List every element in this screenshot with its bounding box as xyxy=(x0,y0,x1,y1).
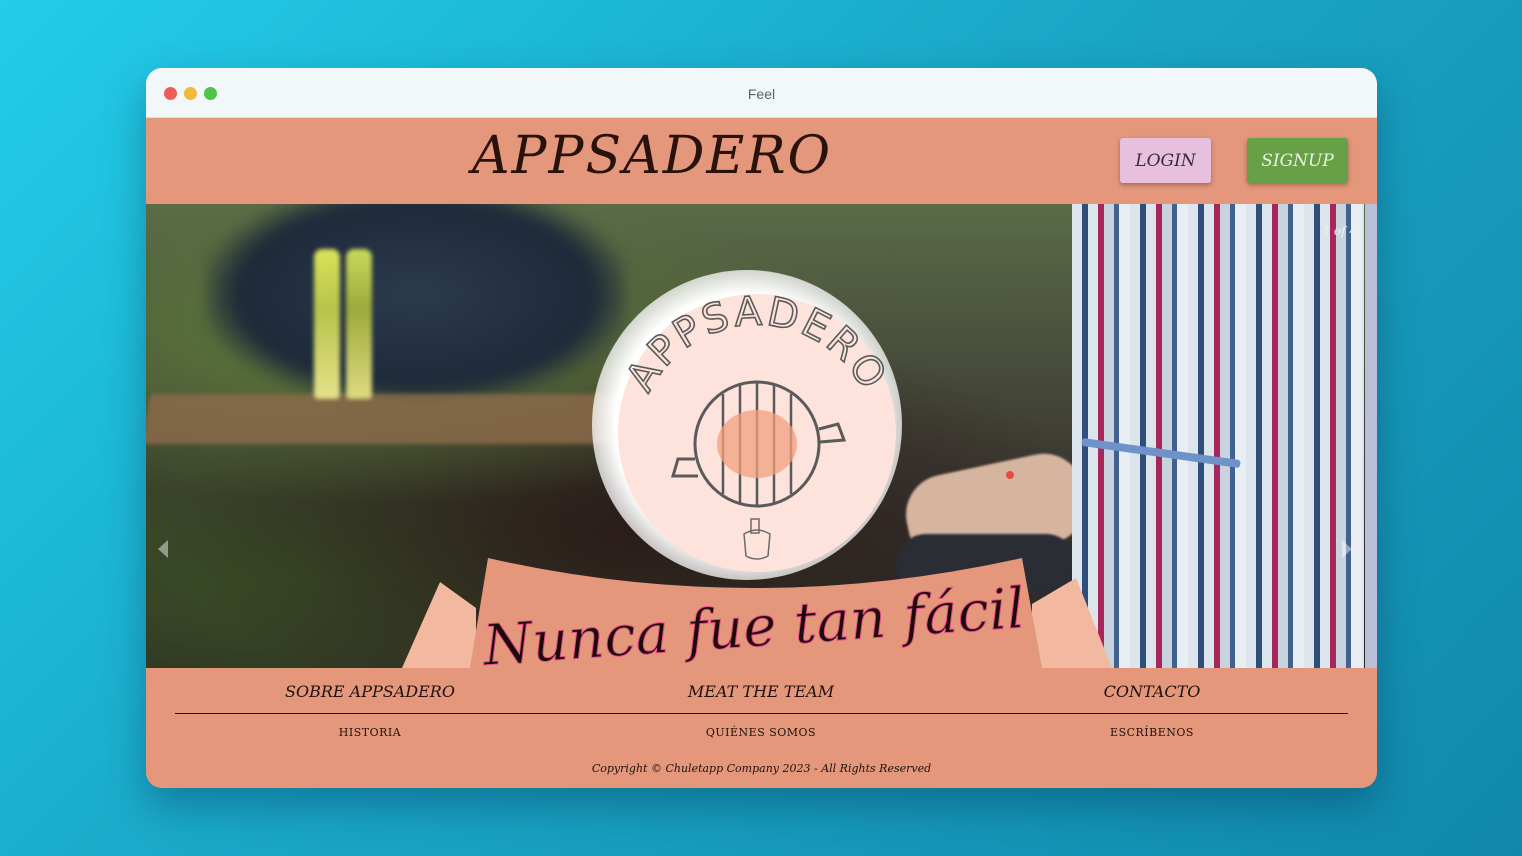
background-person xyxy=(206,204,626,404)
footer-link-write-us[interactable]: ESCRÍBENOS xyxy=(1002,726,1302,739)
carousel-next-arrow-icon[interactable] xyxy=(1342,540,1352,558)
background-table xyxy=(146,394,621,444)
footer-link-who-we-are[interactable]: QUIÉNES SOMOS xyxy=(611,726,911,739)
hero-carousel[interactable]: APPSADERO 1 of 4 Nunca fue tan fácil xyxy=(146,204,1377,668)
apron-image xyxy=(1072,204,1364,668)
appsadero-logo: APPSADERO xyxy=(617,288,896,572)
footer-divider xyxy=(175,713,1348,714)
carousel-counter: 1 of 4 xyxy=(1322,224,1357,238)
site-header: APPSADERO LOGIN SIGNUP xyxy=(146,118,1377,204)
site-footer: SOBRE APPSADERO MEAT THE TEAM CONTACTO H… xyxy=(146,668,1377,788)
brand-title[interactable]: APPSADERO xyxy=(472,126,832,186)
tagline-banner: Nunca fue tan fácil xyxy=(402,548,1112,668)
title-bar: Feel xyxy=(146,68,1377,118)
window-title: Feel xyxy=(747,86,776,102)
copyright-text: Copyright © Chuletapp Company 2023 - All… xyxy=(591,762,932,775)
carousel-prev-arrow-icon[interactable] xyxy=(158,540,168,558)
footer-link-history[interactable]: HISTORIA xyxy=(220,726,520,739)
signup-button[interactable]: SIGNUP xyxy=(1247,138,1348,183)
login-button[interactable]: LOGIN xyxy=(1120,138,1211,183)
grill-logo-icon: APPSADERO xyxy=(617,288,894,560)
carousel-edge xyxy=(1365,204,1377,668)
cursor-dot xyxy=(1006,471,1014,479)
footer-title-team[interactable]: MEAT THE TEAM xyxy=(611,682,911,701)
bottle-image xyxy=(346,249,372,399)
footer-title-contact[interactable]: CONTACTO xyxy=(1002,682,1302,701)
bottle-image xyxy=(314,249,340,399)
footer-title-about[interactable]: SOBRE APPSADERO xyxy=(220,682,520,701)
browser-window: Feel APPSADERO LOGIN SIGNUP APPSADERO 1 … xyxy=(146,68,1377,788)
